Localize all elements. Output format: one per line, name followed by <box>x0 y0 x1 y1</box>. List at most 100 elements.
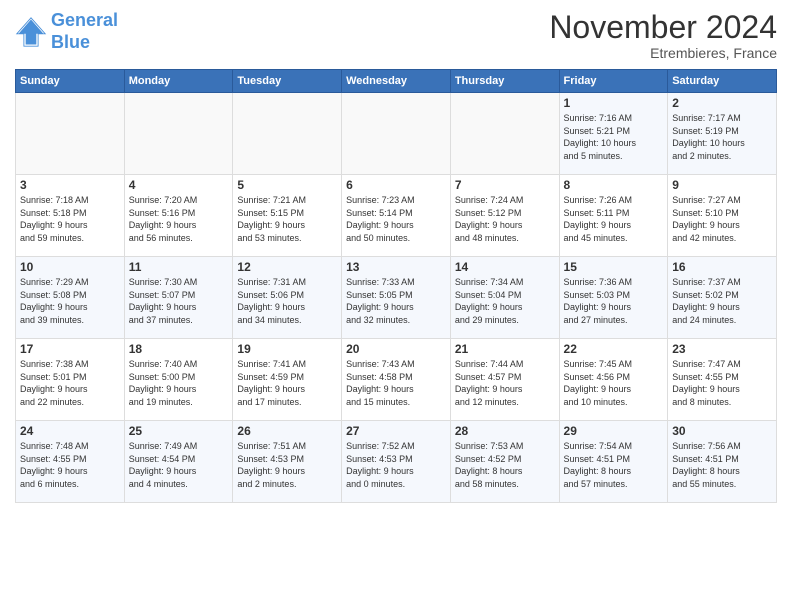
cell-content: Sunrise: 7:38 AM Sunset: 5:01 PM Dayligh… <box>20 358 120 408</box>
day-number: 6 <box>346 178 446 192</box>
header-cell-monday: Monday <box>124 70 233 93</box>
calendar-cell <box>124 93 233 175</box>
calendar-cell: 18 Sunrise: 7:40 AM Sunset: 5:00 PM Dayli… <box>124 339 233 421</box>
day-number: 23 <box>672 342 772 356</box>
calendar-week-2: 3 Sunrise: 7:18 AM Sunset: 5:18 PM Daylig… <box>16 175 777 257</box>
cell-content: Sunrise: 7:47 AM Sunset: 4:55 PM Dayligh… <box>672 358 772 408</box>
day-number: 1 <box>564 96 664 110</box>
calendar-cell <box>233 93 342 175</box>
calendar-week-1: 1 Sunrise: 7:16 AM Sunset: 5:21 PM Daylig… <box>16 93 777 175</box>
day-number: 12 <box>237 260 337 274</box>
day-number: 17 <box>20 342 120 356</box>
calendar-cell: 24 Sunrise: 7:48 AM Sunset: 4:55 PM Dayli… <box>16 421 125 503</box>
day-number: 30 <box>672 424 772 438</box>
cell-content: Sunrise: 7:23 AM Sunset: 5:14 PM Dayligh… <box>346 194 446 244</box>
calendar-table: SundayMondayTuesdayWednesdayThursdayFrid… <box>15 69 777 503</box>
header-cell-saturday: Saturday <box>668 70 777 93</box>
calendar-cell: 2 Sunrise: 7:17 AM Sunset: 5:19 PM Daylig… <box>668 93 777 175</box>
title-area: November 2024 Etrembieres, France <box>549 10 777 61</box>
cell-content: Sunrise: 7:16 AM Sunset: 5:21 PM Dayligh… <box>564 112 664 162</box>
cell-content: Sunrise: 7:24 AM Sunset: 5:12 PM Dayligh… <box>455 194 555 244</box>
day-number: 7 <box>455 178 555 192</box>
day-number: 22 <box>564 342 664 356</box>
calendar-cell: 21Sunrise: 7:44 AM Sunset: 4:57 PM Dayli… <box>450 339 559 421</box>
calendar-cell <box>16 93 125 175</box>
cell-content: Sunrise: 7:33 AM Sunset: 5:05 PM Dayligh… <box>346 276 446 326</box>
day-number: 19 <box>237 342 337 356</box>
calendar-cell: 14Sunrise: 7:34 AM Sunset: 5:04 PM Dayli… <box>450 257 559 339</box>
logo: General Blue <box>15 10 118 53</box>
calendar-cell: 6 Sunrise: 7:23 AM Sunset: 5:14 PM Daylig… <box>342 175 451 257</box>
calendar-cell: 7 Sunrise: 7:24 AM Sunset: 5:12 PM Daylig… <box>450 175 559 257</box>
day-number: 21 <box>455 342 555 356</box>
logo-text: General Blue <box>51 10 118 53</box>
calendar-cell: 17 Sunrise: 7:38 AM Sunset: 5:01 PM Dayli… <box>16 339 125 421</box>
calendar-cell <box>342 93 451 175</box>
day-number: 14 <box>455 260 555 274</box>
calendar-cell: 3 Sunrise: 7:18 AM Sunset: 5:18 PM Daylig… <box>16 175 125 257</box>
cell-content: Sunrise: 7:40 AM Sunset: 5:00 PM Dayligh… <box>129 358 229 408</box>
day-number: 15 <box>564 260 664 274</box>
calendar-week-3: 10 Sunrise: 7:29 AM Sunset: 5:08 PM Dayli… <box>16 257 777 339</box>
day-number: 25 <box>129 424 229 438</box>
cell-content: Sunrise: 7:37 AM Sunset: 5:02 PM Dayligh… <box>672 276 772 326</box>
cell-content: Sunrise: 7:54 AM Sunset: 4:51 PM Dayligh… <box>564 440 664 490</box>
cell-content: Sunrise: 7:20 AM Sunset: 5:16 PM Dayligh… <box>129 194 229 244</box>
calendar-cell: 5 Sunrise: 7:21 AM Sunset: 5:15 PM Daylig… <box>233 175 342 257</box>
calendar-cell: 30 Sunrise: 7:56 AM Sunset: 4:51 PM Dayli… <box>668 421 777 503</box>
cell-content: Sunrise: 7:53 AM Sunset: 4:52 PM Dayligh… <box>455 440 555 490</box>
header-cell-friday: Friday <box>559 70 668 93</box>
cell-content: Sunrise: 7:17 AM Sunset: 5:19 PM Dayligh… <box>672 112 772 162</box>
day-number: 13 <box>346 260 446 274</box>
header-row: SundayMondayTuesdayWednesdayThursdayFrid… <box>16 70 777 93</box>
day-number: 2 <box>672 96 772 110</box>
calendar-header: SundayMondayTuesdayWednesdayThursdayFrid… <box>16 70 777 93</box>
header-cell-thursday: Thursday <box>450 70 559 93</box>
calendar-cell: 4Sunrise: 7:20 AM Sunset: 5:16 PM Daylig… <box>124 175 233 257</box>
cell-content: Sunrise: 7:27 AM Sunset: 5:10 PM Dayligh… <box>672 194 772 244</box>
calendar-cell: 9 Sunrise: 7:27 AM Sunset: 5:10 PM Daylig… <box>668 175 777 257</box>
header: General Blue November 2024 Etrembieres, … <box>15 10 777 61</box>
cell-content: Sunrise: 7:26 AM Sunset: 5:11 PM Dayligh… <box>564 194 664 244</box>
calendar-cell: 15Sunrise: 7:36 AM Sunset: 5:03 PM Dayli… <box>559 257 668 339</box>
page-container: General Blue November 2024 Etrembieres, … <box>0 0 792 508</box>
cell-content: Sunrise: 7:29 AM Sunset: 5:08 PM Dayligh… <box>20 276 120 326</box>
cell-content: Sunrise: 7:21 AM Sunset: 5:15 PM Dayligh… <box>237 194 337 244</box>
calendar-cell: 19 Sunrise: 7:41 AM Sunset: 4:59 PM Dayli… <box>233 339 342 421</box>
cell-content: Sunrise: 7:48 AM Sunset: 4:55 PM Dayligh… <box>20 440 120 490</box>
calendar-week-4: 17 Sunrise: 7:38 AM Sunset: 5:01 PM Dayli… <box>16 339 777 421</box>
calendar-cell: 12 Sunrise: 7:31 AM Sunset: 5:06 PM Dayli… <box>233 257 342 339</box>
day-number: 10 <box>20 260 120 274</box>
calendar-cell: 27 Sunrise: 7:52 AM Sunset: 4:53 PM Dayli… <box>342 421 451 503</box>
day-number: 18 <box>129 342 229 356</box>
calendar-cell: 22 Sunrise: 7:45 AM Sunset: 4:56 PM Dayli… <box>559 339 668 421</box>
day-number: 28 <box>455 424 555 438</box>
calendar-cell: 28 Sunrise: 7:53 AM Sunset: 4:52 PM Dayli… <box>450 421 559 503</box>
day-number: 26 <box>237 424 337 438</box>
logo-icon <box>15 16 47 48</box>
subtitle: Etrembieres, France <box>549 45 777 61</box>
cell-content: Sunrise: 7:30 AM Sunset: 5:07 PM Dayligh… <box>129 276 229 326</box>
cell-content: Sunrise: 7:41 AM Sunset: 4:59 PM Dayligh… <box>237 358 337 408</box>
day-number: 27 <box>346 424 446 438</box>
cell-content: Sunrise: 7:56 AM Sunset: 4:51 PM Dayligh… <box>672 440 772 490</box>
day-number: 3 <box>20 178 120 192</box>
calendar-week-5: 24 Sunrise: 7:48 AM Sunset: 4:55 PM Dayli… <box>16 421 777 503</box>
logo-line2: Blue <box>51 32 90 52</box>
cell-content: Sunrise: 7:31 AM Sunset: 5:06 PM Dayligh… <box>237 276 337 326</box>
cell-content: Sunrise: 7:51 AM Sunset: 4:53 PM Dayligh… <box>237 440 337 490</box>
cell-content: Sunrise: 7:52 AM Sunset: 4:53 PM Dayligh… <box>346 440 446 490</box>
calendar-cell: 11Sunrise: 7:30 AM Sunset: 5:07 PM Dayli… <box>124 257 233 339</box>
month-title: November 2024 <box>549 10 777 45</box>
cell-content: Sunrise: 7:18 AM Sunset: 5:18 PM Dayligh… <box>20 194 120 244</box>
calendar-cell: 1 Sunrise: 7:16 AM Sunset: 5:21 PM Daylig… <box>559 93 668 175</box>
calendar-cell: 20Sunrise: 7:43 AM Sunset: 4:58 PM Dayli… <box>342 339 451 421</box>
day-number: 9 <box>672 178 772 192</box>
cell-content: Sunrise: 7:45 AM Sunset: 4:56 PM Dayligh… <box>564 358 664 408</box>
cell-content: Sunrise: 7:49 AM Sunset: 4:54 PM Dayligh… <box>129 440 229 490</box>
day-number: 29 <box>564 424 664 438</box>
calendar-cell: 8Sunrise: 7:26 AM Sunset: 5:11 PM Daylig… <box>559 175 668 257</box>
day-number: 24 <box>20 424 120 438</box>
day-number: 5 <box>237 178 337 192</box>
logo-line1: General <box>51 10 118 30</box>
